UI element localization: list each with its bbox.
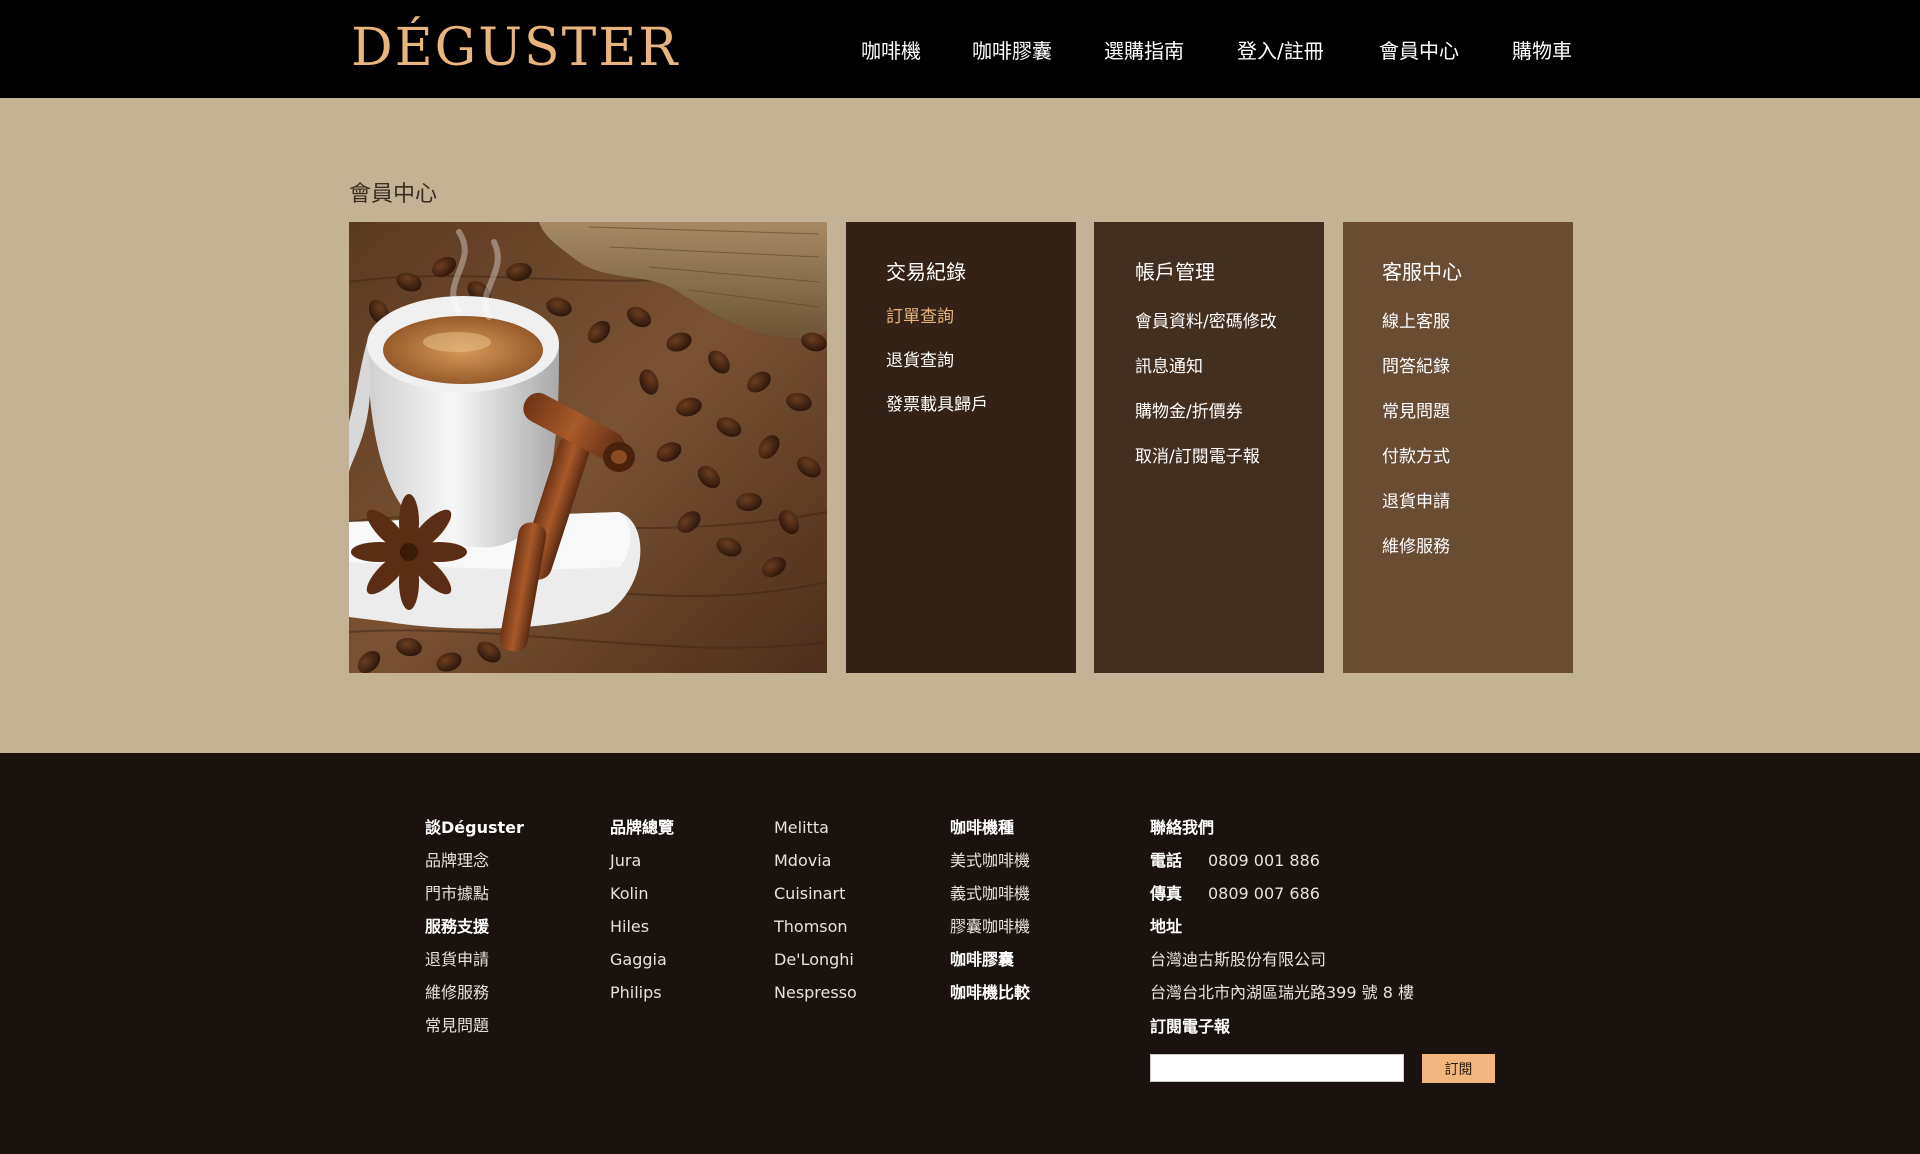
panel-title-customer-service: 客服中心 xyxy=(1382,260,1462,284)
footer-brand-nespresso[interactable]: Nespresso xyxy=(774,982,857,1004)
footer-company-name: 台灣迪古斯股份有限公司 xyxy=(1150,950,1327,969)
footer-machine-types[interactable]: 咖啡機種 xyxy=(950,817,1014,839)
link-return-query[interactable]: 退貨查詢 xyxy=(886,346,954,371)
footer-service-support[interactable]: 服務支援 xyxy=(425,916,489,938)
hero-coffee-image xyxy=(349,222,827,673)
footer-coffee-capsules[interactable]: 咖啡膠囊 xyxy=(950,949,1014,971)
footer-brand-mdovia[interactable]: Mdovia xyxy=(774,850,831,872)
nav-buying-guide[interactable]: 選購指南 xyxy=(1104,36,1184,66)
footer-contact-title: 聯絡我們 xyxy=(1150,818,1215,837)
phone-number: 0809 001 886 xyxy=(1208,851,1320,870)
footer-fax: 傳真 0809 007 686 xyxy=(1150,883,1320,905)
link-profile-password[interactable]: 會員資料/密碼修改 xyxy=(1135,307,1277,332)
phone-label: 電話 xyxy=(1150,851,1183,870)
link-newsletter-subscription[interactable]: 取消/訂閱電子報 xyxy=(1135,442,1260,467)
footer-machine-compare[interactable]: 咖啡機比較 xyxy=(950,982,1030,1004)
footer-brand-cuisinart[interactable]: Cuisinart xyxy=(774,883,845,905)
footer-phone: 電話 0809 001 886 xyxy=(1150,850,1320,872)
panel-customer-service: 客服中心 線上客服 問答紀錄 常見問題 付款方式 退貨申請 維修服務 xyxy=(1343,222,1573,673)
footer-address-label: 地址 xyxy=(1150,917,1183,936)
footer-about-deguster[interactable]: 談Déguster xyxy=(425,817,524,839)
footer-brand-overview[interactable]: 品牌總覽 xyxy=(610,817,674,839)
footer-brand-jura[interactable]: Jura xyxy=(610,850,641,872)
site-footer: 談Déguster 品牌理念 門市據點 服務支援 退貨申請 維修服務 常見問題 … xyxy=(0,753,1920,1154)
footer-brand-kolin[interactable]: Kolin xyxy=(610,883,649,905)
site-header: DÉGUSTER 咖啡機 咖啡膠囊 選購指南 登入/註冊 會員中心 購物車 xyxy=(0,0,1920,98)
subscribe-button[interactable]: 訂閱 xyxy=(1422,1054,1495,1083)
footer-brand-philips[interactable]: Philips xyxy=(610,982,662,1004)
panel-title-transactions: 交易紀錄 xyxy=(886,260,966,284)
link-credits-coupons[interactable]: 購物金/折價券 xyxy=(1135,397,1243,422)
link-online-support[interactable]: 線上客服 xyxy=(1382,307,1450,332)
footer-address: 台灣台北市內湖區瑞光路399 號 8 樓 xyxy=(1150,983,1414,1002)
footer-brand-delonghi[interactable]: De'Longhi xyxy=(774,949,854,971)
footer-brand-philosophy[interactable]: 品牌理念 xyxy=(425,850,489,872)
footer-brand-hiles[interactable]: Hiles xyxy=(610,916,649,938)
footer-capsule-machine[interactable]: 膠囊咖啡機 xyxy=(950,916,1030,938)
panel-title-account: 帳戶管理 xyxy=(1135,260,1215,284)
link-invoice-carrier[interactable]: 發票載具歸戶 xyxy=(886,390,988,415)
fax-label: 傳真 xyxy=(1150,884,1183,903)
panel-transactions: 交易紀錄 訂單查詢 退貨查詢 發票載具歸戶 xyxy=(846,222,1076,673)
footer-brand-melitta[interactable]: Melitta xyxy=(774,817,829,839)
footer-american-machine[interactable]: 美式咖啡機 xyxy=(950,850,1030,872)
nav-member-center[interactable]: 會員中心 xyxy=(1379,36,1459,66)
link-repair-service[interactable]: 維修服務 xyxy=(1382,532,1450,557)
page-title: 會員中心 xyxy=(349,182,438,207)
footer-brand-thomson[interactable]: Thomson xyxy=(774,916,848,938)
link-return-request[interactable]: 退貨申請 xyxy=(1382,487,1450,512)
footer-brand-gaggia[interactable]: Gaggia xyxy=(610,949,667,971)
main-nav: 咖啡機 咖啡膠囊 選購指南 登入/註冊 會員中心 購物車 xyxy=(0,36,1920,66)
link-payment-methods[interactable]: 付款方式 xyxy=(1382,442,1450,467)
footer-return-request[interactable]: 退貨申請 xyxy=(425,949,489,971)
footer-newsletter-label: 訂閱電子報 xyxy=(1150,1017,1231,1036)
fax-number: 0809 007 686 xyxy=(1208,884,1320,903)
footer-repair-service[interactable]: 維修服務 xyxy=(425,982,489,1004)
link-faq[interactable]: 常見問題 xyxy=(1382,397,1450,422)
link-order-query[interactable]: 訂單查詢 xyxy=(886,302,954,327)
nav-coffee-capsules[interactable]: 咖啡膠囊 xyxy=(972,36,1052,66)
panel-account: 帳戶管理 會員資料/密碼修改 訊息通知 購物金/折價券 取消/訂閱電子報 xyxy=(1094,222,1324,673)
footer-store-locations[interactable]: 門市據點 xyxy=(425,883,489,905)
footer-faq[interactable]: 常見問題 xyxy=(425,1015,489,1037)
nav-login-register[interactable]: 登入/註冊 xyxy=(1237,36,1324,66)
link-qa-records[interactable]: 問答紀錄 xyxy=(1382,352,1450,377)
newsletter-email-input[interactable] xyxy=(1150,1054,1404,1082)
link-notifications[interactable]: 訊息通知 xyxy=(1135,352,1203,377)
nav-coffee-machines[interactable]: 咖啡機 xyxy=(861,36,921,66)
footer-espresso-machine[interactable]: 義式咖啡機 xyxy=(950,883,1030,905)
nav-cart[interactable]: 購物車 xyxy=(1512,36,1572,66)
